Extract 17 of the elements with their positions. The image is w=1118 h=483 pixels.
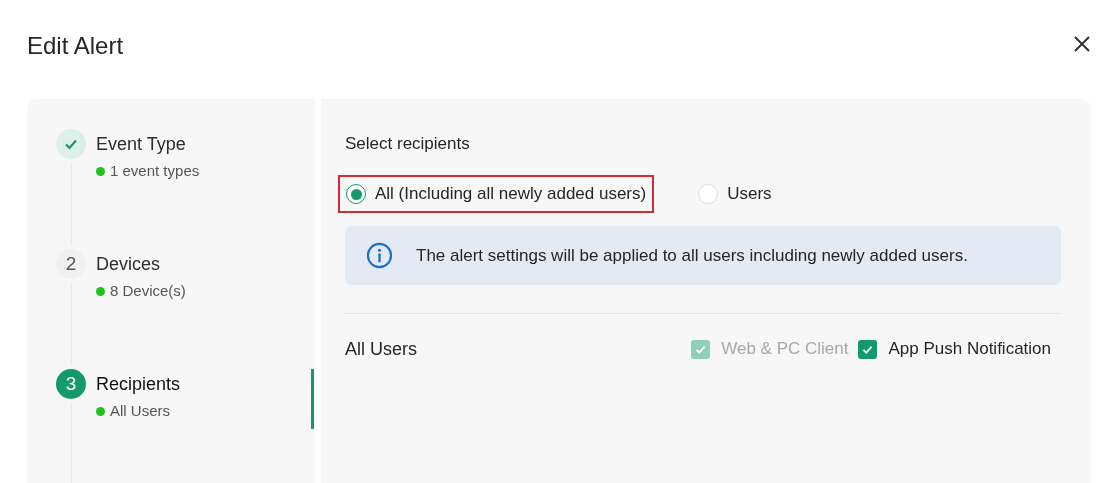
step-number: 3: [56, 369, 86, 399]
step-number: 2: [56, 249, 86, 279]
radio-option[interactable]: Users: [690, 175, 780, 213]
group-label: All Users: [345, 337, 417, 361]
channel-checkbox[interactable]: App Push Notification: [858, 336, 1051, 362]
radio-option[interactable]: All (Including all newly added users): [338, 175, 655, 213]
info-icon: [366, 242, 393, 269]
step-title[interactable]: Event Type: [96, 129, 200, 159]
close-icon[interactable]: [1072, 34, 1092, 54]
step-summary: 8 Device(s): [110, 281, 186, 301]
info-text: The alert settings will be applied to all users including newly added users.: [416, 244, 968, 267]
dialog-title: Edit Alert: [27, 31, 124, 61]
section-heading: Select recipients: [345, 133, 471, 153]
step-summary: 1 event types: [110, 161, 200, 181]
step-summary: All Users: [110, 401, 170, 421]
step-title[interactable]: Devices: [96, 249, 186, 279]
step-title[interactable]: Recipients: [96, 369, 181, 399]
